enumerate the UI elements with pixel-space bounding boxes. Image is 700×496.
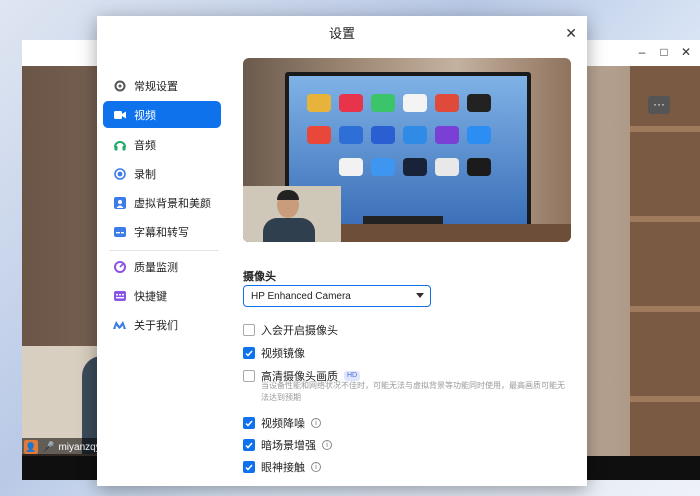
option-low-light[interactable]: 暗场景增强 i — [243, 437, 332, 453]
sidebar-item-label: 字幕和转写 — [134, 226, 189, 239]
info-icon[interactable]: i — [311, 462, 321, 472]
sidebar-item-label: 音频 — [134, 139, 156, 152]
chevron-down-icon — [416, 293, 424, 298]
checkbox[interactable] — [243, 324, 255, 336]
camera-label: 摄像头 — [243, 271, 276, 283]
tv-stand — [363, 216, 443, 224]
more-options-button[interactable]: ··· — [648, 96, 670, 114]
option-label: 视频降噪 — [261, 418, 305, 430]
keyboard-icon — [113, 289, 126, 302]
gauge-icon — [113, 260, 126, 273]
caption-icon — [113, 225, 126, 238]
gear-icon — [113, 79, 126, 92]
sidebar-item-record[interactable]: 录制 — [103, 160, 221, 187]
sidebar-item-video[interactable]: 视频 — [103, 101, 221, 128]
bookshelf — [630, 66, 700, 480]
sidebar-item-captions[interactable]: 字幕和转写 — [103, 218, 221, 245]
video-camera-icon — [113, 108, 126, 121]
video-settings-panel: 摄像头 HP Enhanced Camera 入会开启摄像头 视频镜像 高清摄像… — [243, 58, 573, 486]
camera-select-value: HP Enhanced Camera — [251, 290, 351, 302]
checkbox-checked[interactable] — [243, 461, 255, 473]
sidebar-item-audio[interactable]: 音频 — [103, 131, 221, 158]
sidebar-item-label: 视频 — [134, 109, 156, 122]
settings-dialog: 设置 ✕ 常规设置 视频 音频 录制 虚拟背景和美颜 字幕和转写 质量监测 快捷… — [97, 16, 587, 486]
sidebar-item-label: 关于我们 — [134, 319, 178, 332]
info-icon[interactable]: i — [311, 418, 321, 428]
checkbox-checked[interactable] — [243, 439, 255, 451]
sidebar-divider — [109, 250, 219, 251]
option-eye-contact[interactable]: 眼神接触 i — [243, 459, 321, 475]
sidebar-item-virtual-background[interactable]: 虚拟背景和美颜 — [103, 189, 221, 216]
checkbox[interactable] — [243, 370, 255, 382]
camera-select[interactable]: HP Enhanced Camera — [243, 285, 431, 307]
option-camera-on-join[interactable]: 入会开启摄像头 — [243, 322, 338, 338]
option-label: 眼神接触 — [261, 462, 305, 474]
microphone-icon: 🎤 — [42, 441, 55, 453]
person-hair — [277, 190, 299, 200]
option-video-denoise[interactable]: 视频降噪 i — [243, 415, 321, 431]
self-view-overlay — [243, 186, 341, 242]
info-icon[interactable]: i — [322, 440, 332, 450]
avatar-icon: 👤 — [24, 440, 38, 454]
sidebar-item-label: 常规设置 — [134, 80, 178, 93]
person-body — [263, 218, 315, 242]
participant-namebar: 👤 🎤 miyanzqy — [22, 438, 107, 456]
sidebar-item-label: 录制 — [134, 168, 156, 181]
person-background-icon — [113, 196, 126, 209]
sidebar-item-quality[interactable]: 质量监测 — [103, 253, 221, 280]
option-label: 入会开启摄像头 — [261, 325, 338, 337]
sidebar-item-about[interactable]: 关于我们 — [103, 311, 221, 338]
sidebar-item-general[interactable]: 常规设置 — [103, 72, 221, 99]
checkbox-checked[interactable] — [243, 347, 255, 359]
hd-quality-note: 当设备性能和网络状况不佳时，可能无法与虚拟背景等功能同时使用，最高画质可能无法达… — [261, 381, 565, 402]
close-window-button[interactable]: ✕ — [678, 45, 694, 59]
sidebar-item-label: 快捷键 — [134, 290, 167, 303]
participant-name: miyanzqy — [58, 441, 101, 453]
sidebar-item-label: 虚拟背景和美颜 — [134, 197, 211, 210]
record-icon — [113, 167, 126, 180]
option-mirror-video[interactable]: 视频镜像 — [243, 345, 305, 361]
sidebar-item-label: 质量监测 — [134, 261, 178, 274]
close-icon[interactable]: ✕ — [565, 26, 577, 40]
minimize-button[interactable]: – — [634, 45, 650, 59]
settings-sidebar: 常规设置 视频 音频 录制 虚拟背景和美颜 字幕和转写 质量监测 快捷键 关于我… — [97, 52, 232, 486]
option-label: 视频镜像 — [261, 348, 305, 360]
sidebar-item-shortcuts[interactable]: 快捷键 — [103, 282, 221, 309]
headphones-icon — [113, 138, 126, 151]
logo-icon — [113, 318, 126, 331]
camera-preview — [243, 58, 571, 242]
option-label: 暗场景增强 — [261, 440, 316, 452]
dialog-title: 设置 — [328, 26, 355, 41]
maximize-button[interactable]: □ — [656, 45, 672, 59]
checkbox-checked[interactable] — [243, 417, 255, 429]
